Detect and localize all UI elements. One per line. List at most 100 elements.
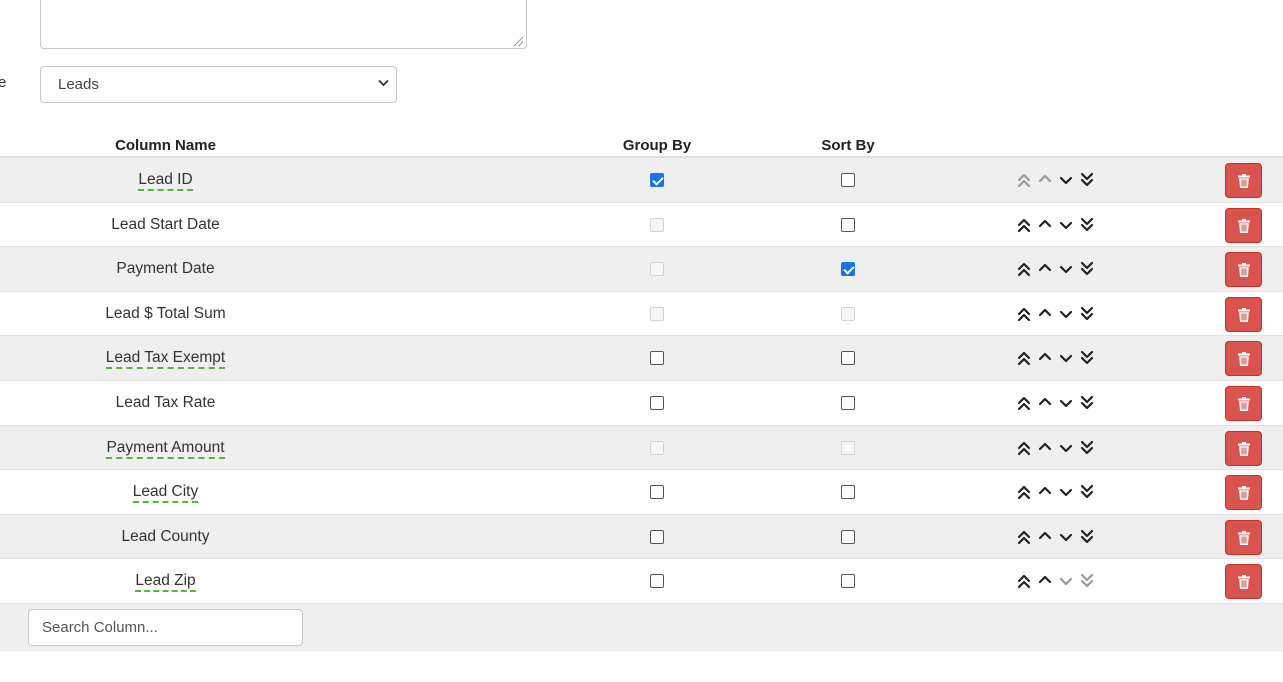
table-row: Lead County	[0, 514, 1283, 560]
double-chevron-up-icon[interactable]	[1016, 439, 1032, 457]
chevron-up-icon[interactable]	[1037, 439, 1053, 457]
double-chevron-down-icon[interactable]	[1079, 572, 1095, 590]
double-chevron-up-icon[interactable]	[1016, 394, 1032, 412]
column-name-text[interactable]: Lead City	[132, 483, 199, 504]
double-chevron-up-icon[interactable]	[1016, 260, 1032, 278]
delete-column-button[interactable]	[1225, 385, 1262, 421]
reorder-controls	[1016, 528, 1096, 546]
sort-by-checkbox[interactable]	[841, 529, 855, 544]
delete-column-button[interactable]	[1225, 163, 1262, 198]
trash-icon	[1238, 441, 1250, 456]
table-select-label: e	[0, 74, 7, 91]
table-row: Lead Tax Rate	[0, 380, 1283, 426]
sort-by-checkbox[interactable]	[841, 351, 855, 366]
table-select-value: Leads	[58, 76, 99, 93]
group-by-checkbox[interactable]	[650, 529, 664, 544]
group-by-checkbox[interactable]	[650, 485, 664, 500]
delete-column-button[interactable]	[1225, 475, 1262, 511]
chevron-down-icon[interactable]	[1058, 572, 1074, 590]
column-name-text: Lead Tax Rate	[115, 393, 216, 411]
chevron-down-icon[interactable]	[1058, 216, 1074, 234]
column-name-text[interactable]: Lead Tax Exempt	[105, 349, 226, 370]
chevron-down-icon[interactable]	[1058, 260, 1074, 278]
double-chevron-down-icon[interactable]	[1079, 171, 1095, 189]
reorder-controls	[1016, 260, 1096, 278]
sort-by-checkbox[interactable]	[841, 173, 855, 187]
double-chevron-up-icon[interactable]	[1016, 305, 1032, 323]
double-chevron-up-icon[interactable]	[1016, 483, 1032, 501]
double-chevron-down-icon[interactable]	[1079, 305, 1095, 323]
column-name-cell: Lead Tax Rate	[0, 381, 331, 425]
reorder-controls	[1016, 483, 1096, 501]
trash-icon	[1238, 263, 1250, 278]
group-by-checkbox[interactable]	[650, 173, 664, 187]
column-name-text[interactable]: Lead Zip	[135, 572, 196, 593]
double-chevron-down-icon[interactable]	[1079, 394, 1095, 412]
reorder-controls	[1016, 394, 1096, 412]
column-name-text[interactable]: Lead ID	[138, 171, 193, 191]
group-by-checkbox[interactable]	[650, 351, 664, 366]
delete-column-button[interactable]	[1225, 252, 1262, 288]
column-name-text: Lead Start Date	[111, 215, 220, 233]
delete-column-button[interactable]	[1225, 430, 1262, 466]
textarea-resize-handle[interactable]	[514, 37, 523, 46]
trash-icon	[1238, 396, 1250, 411]
double-chevron-up-icon[interactable]	[1016, 572, 1032, 590]
column-name-text: Lead County	[121, 527, 210, 545]
delete-column-button[interactable]	[1225, 519, 1262, 555]
table-header: Column Name Group By Sort By	[0, 131, 1283, 158]
double-chevron-up-icon[interactable]	[1016, 528, 1032, 546]
double-chevron-up-icon[interactable]	[1016, 349, 1032, 367]
chevron-down-icon[interactable]	[1058, 171, 1074, 189]
double-chevron-down-icon[interactable]	[1079, 260, 1095, 278]
table-body: Lead ID Lead Start Date Payment Date Lead $…	[0, 158, 1283, 604]
delete-column-button[interactable]	[1225, 207, 1262, 243]
double-chevron-up-icon[interactable]	[1016, 216, 1032, 234]
delete-column-button[interactable]	[1225, 564, 1262, 600]
chevron-up-icon[interactable]	[1037, 216, 1053, 234]
double-chevron-down-icon[interactable]	[1079, 216, 1095, 234]
column-name-text[interactable]: Payment Amount	[106, 438, 225, 459]
chevron-down-icon[interactable]	[1058, 483, 1074, 501]
sort-by-checkbox[interactable]	[841, 574, 855, 589]
delete-column-button[interactable]	[1225, 341, 1262, 377]
trash-icon	[1238, 218, 1250, 233]
chevron-up-icon[interactable]	[1037, 528, 1053, 546]
report-builder: e Leads Column Name Group By Sort By Lea…	[0, 0, 1283, 682]
chevron-up-icon[interactable]	[1037, 349, 1053, 367]
reorder-controls	[1016, 572, 1096, 590]
chevron-down-icon[interactable]	[1058, 394, 1074, 412]
reorder-controls	[1016, 216, 1096, 234]
chevron-down-icon[interactable]	[1058, 305, 1074, 323]
chevron-up-icon[interactable]	[1037, 394, 1053, 412]
double-chevron-down-icon[interactable]	[1079, 483, 1095, 501]
double-chevron-up-icon[interactable]	[1016, 171, 1032, 189]
sort-by-checkbox[interactable]	[841, 217, 855, 232]
chevron-up-icon[interactable]	[1037, 572, 1053, 590]
delete-column-button[interactable]	[1225, 296, 1262, 332]
column-name-cell: Lead County	[0, 515, 331, 559]
sort-by-checkbox[interactable]	[841, 485, 855, 500]
description-textarea[interactable]	[40, 0, 527, 49]
search-column-input[interactable]: Search Column...	[28, 609, 303, 646]
group-by-checkbox[interactable]	[650, 574, 664, 589]
chevron-up-icon[interactable]	[1037, 171, 1053, 189]
chevron-down-icon[interactable]	[1058, 439, 1074, 457]
reorder-controls	[1016, 171, 1096, 189]
chevron-up-icon[interactable]	[1037, 260, 1053, 278]
sort-by-checkbox[interactable]	[841, 262, 855, 277]
chevron-up-icon[interactable]	[1037, 305, 1053, 323]
chevron-up-icon[interactable]	[1037, 483, 1053, 501]
table-select[interactable]: Leads	[40, 66, 397, 103]
column-name-text: Lead $ Total Sum	[105, 304, 226, 322]
double-chevron-down-icon[interactable]	[1079, 528, 1095, 546]
double-chevron-down-icon[interactable]	[1079, 439, 1095, 457]
double-chevron-down-icon[interactable]	[1079, 349, 1095, 367]
reorder-controls	[1016, 349, 1096, 367]
trash-icon	[1238, 575, 1250, 590]
table-row: Payment Amount	[0, 425, 1283, 471]
chevron-down-icon[interactable]	[1058, 528, 1074, 546]
sort-by-checkbox[interactable]	[841, 395, 855, 410]
group-by-checkbox[interactable]	[650, 395, 664, 410]
chevron-down-icon[interactable]	[1058, 349, 1074, 367]
